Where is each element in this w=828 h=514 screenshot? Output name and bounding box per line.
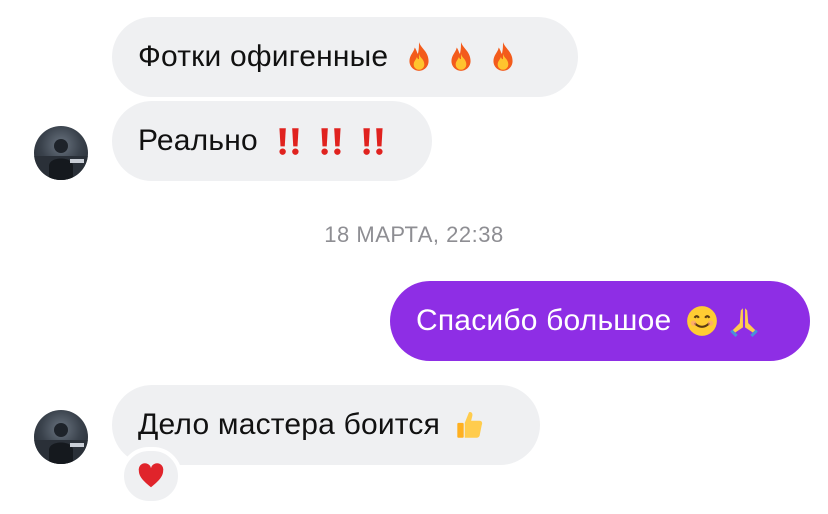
double-exclamation-icon [356,124,390,158]
timestamp: 18 МАРТА, 22:38 [324,222,504,247]
avatar[interactable] [34,126,88,180]
outgoing-message[interactable]: Спасибо большое [390,281,810,361]
incoming-message[interactable]: Реально [112,101,432,181]
message-text: Реально [138,124,258,157]
heart-icon [138,463,164,488]
double-exclamation-icon [272,124,306,158]
message-text: Фотки офигенные [138,40,389,73]
fire-icon [402,40,436,74]
thumbs-up-icon [452,408,486,442]
smiling-face-icon [685,304,719,338]
incoming-message[interactable]: Фотки офигенные [112,17,578,97]
heart-reaction[interactable] [120,447,182,505]
fire-icon [486,40,520,74]
message-text: Дело мастера боится [138,408,441,441]
avatar[interactable] [34,410,88,464]
fire-icon [444,40,478,74]
double-exclamation-icon [314,124,348,158]
message-text: Спасибо большое [416,304,672,337]
folded-hands-icon [727,304,761,338]
incoming-message[interactable]: Дело мастера боится [112,385,540,465]
